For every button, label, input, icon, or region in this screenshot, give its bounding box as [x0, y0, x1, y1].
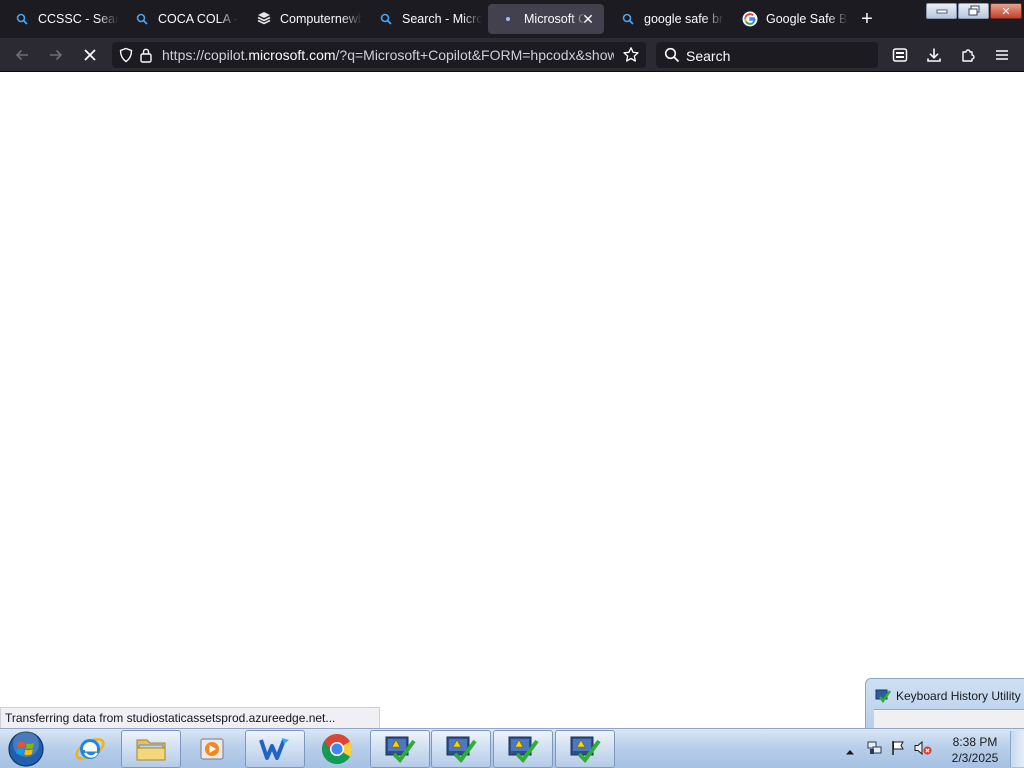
utility-taskbar-button-2[interactable]: [431, 730, 491, 768]
tab-google-safe-browsing-search[interactable]: google safe browsing: [608, 4, 726, 34]
window-title: Keyboard History Utility: [896, 689, 1021, 703]
search-icon: [134, 11, 150, 27]
utility-check-icon: [385, 736, 416, 764]
show-desktop-button[interactable]: [1010, 731, 1024, 767]
bookmark-star-icon[interactable]: [622, 46, 640, 69]
new-tab-button[interactable]: +: [855, 7, 879, 31]
internet-explorer-icon: [75, 738, 105, 760]
start-orb-icon: [8, 731, 44, 767]
reader-view-button[interactable]: [888, 43, 912, 67]
tab-label: Search - Microsoft: [402, 12, 482, 26]
computernewb-logo-icon: [256, 11, 272, 27]
stop-icon: [84, 49, 96, 61]
tracking-protection-shield-icon[interactable]: [118, 47, 134, 68]
screen: CCSSC - Search COCA COLA - Search Comput…: [0, 0, 1024, 768]
downloads-button[interactable]: [922, 43, 946, 67]
search-icon: [620, 11, 636, 27]
media-player-taskbar-button[interactable]: [182, 730, 242, 768]
search-icon: [14, 11, 30, 27]
tab-google-safe-browsing[interactable]: Google Safe Browsing: [730, 4, 848, 34]
restore-button[interactable]: [958, 3, 989, 19]
puzzle-piece-icon: [962, 49, 975, 62]
tab-label: google safe browsing: [644, 12, 724, 26]
url-host: microsoft.com: [248, 47, 336, 63]
utility-taskbar-button-1[interactable]: [370, 730, 430, 768]
chrome-icon: [321, 734, 353, 765]
restore-icon: [968, 5, 979, 16]
address-bar[interactable]: https://copilot.microsoft.com/?q=Microso…: [112, 42, 646, 68]
internet-explorer-taskbar-button[interactable]: [60, 730, 120, 768]
page-content-area[interactable]: [0, 72, 1024, 728]
close-window-button[interactable]: ✕: [990, 3, 1022, 19]
chrome-taskbar-button[interactable]: [307, 730, 367, 768]
browser-toolbar: https://copilot.microsoft.com/?q=Microso…: [0, 38, 1024, 72]
minimize-button[interactable]: [926, 3, 957, 19]
wps-writer-taskbar-button[interactable]: [245, 730, 305, 768]
back-arrow-icon: [15, 49, 28, 61]
url-path: /?q=Microsoft+Copilot&FORM=hpcodx&showco…: [335, 47, 614, 63]
extensions-button[interactable]: [956, 43, 980, 67]
network-icon[interactable]: [867, 740, 883, 761]
google-logo-icon: [742, 11, 758, 27]
sidebar-panel-icon: [892, 48, 908, 62]
url-prefix: https://copilot.: [162, 47, 249, 63]
utility-check-icon: [446, 736, 477, 764]
close-tab-icon[interactable]: ✕: [580, 11, 596, 27]
search-icon: [378, 11, 394, 27]
utility-taskbar-button-3[interactable]: [493, 730, 553, 768]
hamburger-menu-icon: [996, 50, 1008, 60]
utility-taskbar-button-4[interactable]: [555, 730, 615, 768]
wps-writer-icon: [259, 738, 289, 760]
tab-computernewb[interactable]: Computernewb: [244, 4, 362, 34]
tab-label: Computernewb: [280, 12, 362, 26]
search-placeholder: Search: [686, 48, 731, 64]
status-panel: Transferring data from studiostaticasset…: [0, 707, 380, 729]
stop-loading-button[interactable]: [78, 43, 102, 67]
tab-ccssc-search[interactable]: CCSSC - Search: [2, 4, 120, 34]
download-icon: [927, 48, 941, 62]
tab-microsoft-copilot[interactable]: Microsoft Copilot ✕: [488, 4, 604, 34]
clock-date: 2/3/2025: [951, 751, 999, 765]
start-button[interactable]: [0, 730, 52, 768]
action-center-flag-icon[interactable]: [890, 740, 906, 761]
file-explorer-taskbar-button[interactable]: [121, 730, 181, 768]
browser-tab-strip: CCSSC - Search COCA COLA - Search Comput…: [0, 0, 1024, 38]
search-bar[interactable]: Search: [656, 42, 878, 68]
utility-check-icon: [570, 736, 601, 764]
volume-muted-icon[interactable]: [913, 740, 933, 761]
tab-label: Microsoft Copilot: [524, 12, 586, 26]
show-hidden-icons-arrow-icon[interactable]: [845, 743, 855, 761]
app-menu-button[interactable]: [990, 43, 1014, 67]
back-button[interactable]: [10, 43, 34, 67]
minimize-icon: [936, 9, 947, 14]
tab-label: Google Safe Browsing: [766, 12, 848, 26]
forward-button[interactable]: [44, 43, 68, 67]
lock-icon[interactable]: [139, 47, 153, 68]
tab-search-microsoft[interactable]: Search - Microsoft: [366, 4, 484, 34]
taskbar: 8:38 PM 2/3/2025: [0, 728, 1024, 768]
media-player-icon: [200, 738, 224, 760]
loading-dot-icon: [500, 11, 516, 27]
tab-label: COCA COLA - Search: [158, 12, 238, 26]
system-clock[interactable]: 8:38 PM 2/3/2025: [940, 734, 1010, 766]
tab-label: CCSSC - Search: [38, 12, 118, 26]
forward-arrow-icon: [50, 49, 63, 61]
url-text: https://copilot.microsoft.com/?q=Microso…: [162, 47, 614, 63]
search-icon: [664, 47, 680, 68]
utility-check-icon: [508, 736, 539, 764]
close-icon: ✕: [1001, 5, 1011, 18]
keyboard-history-utility-icon: [875, 688, 892, 709]
tab-coca-cola-search[interactable]: COCA COLA - Search: [122, 4, 240, 34]
file-explorer-icon: [136, 739, 166, 761]
clock-time: 8:38 PM: [952, 735, 998, 749]
